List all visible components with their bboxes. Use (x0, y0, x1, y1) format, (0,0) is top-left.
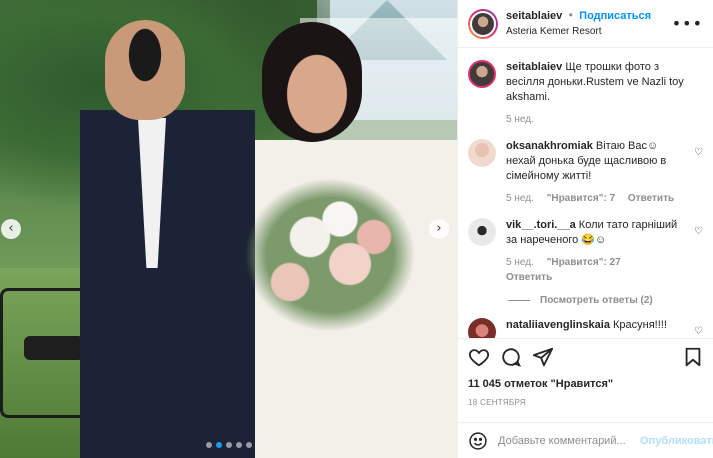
avatar[interactable] (468, 139, 496, 167)
post-sidebar: seitablaiev • Подписаться Asteria Kemer … (457, 0, 713, 458)
author-avatar[interactable] (468, 8, 498, 39)
comment-likes[interactable]: "Нравится": 27 (547, 257, 621, 268)
comment-item: vik__.tori.__a Коли тато гарніший за нар… (468, 218, 703, 285)
carousel-dot-active[interactable] (215, 442, 222, 448)
avatar[interactable] (468, 218, 496, 246)
view-replies-label: Посмотреть ответы (2) (540, 295, 653, 306)
comment-time[interactable]: 5 нед. (506, 257, 534, 268)
share-icon[interactable] (532, 346, 554, 368)
post-header: seitablaiev • Подписаться Asteria Kemer … (458, 0, 713, 48)
likes-count[interactable]: 11 045 отметок "Нравится" (468, 378, 613, 390)
heart-icon[interactable]: ♡ (694, 226, 703, 237)
avatar (470, 10, 496, 37)
avatar[interactable] (468, 60, 496, 88)
follow-button[interactable]: Подписаться (579, 10, 651, 22)
photo-bag (24, 336, 84, 360)
comment-item: oksanakhromiak Вітаю Вас☺ нехай донька б… (468, 139, 703, 206)
comment-text: Красуня!!!! (613, 319, 667, 331)
comments-list: seitablaiev Ще трошки фото з весілля дон… (458, 48, 713, 338)
caption: seitablaiev Ще трошки фото з весілля дон… (468, 60, 703, 127)
more-options-icon[interactable]: ••• (672, 14, 703, 33)
bookmark-icon[interactable] (682, 346, 704, 368)
location-link[interactable]: Asteria Kemer Resort (506, 24, 672, 39)
comment-username[interactable]: oksanakhromiak (506, 140, 593, 152)
comment-icon[interactable] (500, 346, 522, 368)
heart-icon[interactable] (468, 346, 490, 368)
comment-username[interactable]: vik__.tori.__a (506, 219, 576, 231)
header-separator: • (568, 8, 573, 22)
comment-likes[interactable]: "Нравится": 7 (547, 193, 616, 204)
replies-divider (508, 299, 530, 301)
comment-item: nataliiavenglinskaia Красуня!!!! ♡ (468, 318, 703, 338)
heart-icon[interactable]: ♡ (694, 326, 703, 337)
heart-icon[interactable]: ♡ (694, 147, 703, 158)
photo-bouquet (230, 165, 430, 345)
reply-button[interactable]: Ответить (506, 272, 552, 283)
post-actions (458, 338, 713, 374)
post-photo[interactable]: ‹ › (0, 0, 457, 458)
caption-username[interactable]: seitablaiev (506, 61, 562, 73)
avatar[interactable] (468, 318, 496, 338)
add-comment-bar: Опубликовать (458, 422, 713, 458)
chevron-right-icon[interactable]: › (429, 219, 449, 239)
comment-input[interactable] (498, 434, 640, 447)
carousel-dot[interactable] (225, 442, 232, 448)
caption-time[interactable]: 5 нед. (506, 114, 534, 125)
publish-button[interactable]: Опубликовать (640, 435, 713, 447)
photo-groom-head (105, 20, 185, 120)
author-username[interactable]: seitablaiev (506, 10, 562, 22)
emoji-icon[interactable] (468, 431, 488, 451)
comment-time[interactable]: 5 нед. (506, 193, 534, 204)
comment-username[interactable]: nataliiavenglinskaia (506, 319, 610, 331)
reply-button[interactable]: Ответить (628, 193, 674, 204)
post-date[interactable]: 18 СЕНТЯБРЯ (468, 398, 526, 407)
photo-bride-head (262, 22, 362, 142)
view-replies-button[interactable]: Посмотреть ответы (2) (508, 295, 703, 306)
chevron-left-icon[interactable]: ‹ (1, 219, 21, 239)
carousel-dots (0, 442, 457, 448)
carousel-dot[interactable] (205, 442, 212, 448)
carousel-dot[interactable] (235, 442, 242, 448)
carousel-dot[interactable] (245, 442, 252, 448)
